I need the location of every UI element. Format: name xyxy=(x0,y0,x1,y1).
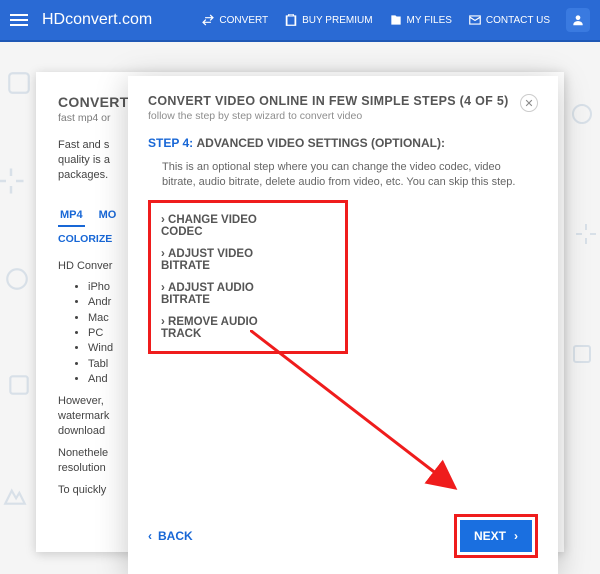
options-box: CHANGE VIDEO CODEC ADJUST VIDEO BITRATE … xyxy=(148,200,348,354)
option-video-bitrate[interactable]: ADJUST VIDEO BITRATE xyxy=(161,243,285,277)
nav-files[interactable]: MY FILES xyxy=(389,13,452,27)
nav-convert[interactable]: CONVERT xyxy=(201,13,268,27)
step-description: This is an optional step where you can c… xyxy=(162,160,530,190)
option-change-codec[interactable]: CHANGE VIDEO CODEC xyxy=(161,209,285,243)
tab-mp4[interactable]: MP4 xyxy=(58,205,85,227)
login-icon[interactable] xyxy=(566,8,590,32)
user-icon xyxy=(571,13,585,27)
menu-icon[interactable] xyxy=(10,14,28,26)
nav-label: CONTACT US xyxy=(486,15,550,26)
tab-mov[interactable]: MO xyxy=(97,205,119,227)
top-nav: CONVERT BUY PREMIUM MY FILES CONTACT US xyxy=(201,8,590,32)
nav-premium[interactable]: BUY PREMIUM xyxy=(284,13,372,27)
chevron-right-icon: › xyxy=(514,529,518,543)
swap-icon xyxy=(201,13,215,27)
step-number: STEP 4: xyxy=(148,136,193,150)
nav-label: MY FILES xyxy=(407,15,452,26)
bag-icon xyxy=(284,13,298,27)
nav-contact[interactable]: CONTACT US xyxy=(468,13,550,27)
top-bar: HDconvert.com CONVERT BUY PREMIUM MY FIL… xyxy=(0,0,600,42)
next-button[interactable]: NEXT › xyxy=(460,520,532,552)
next-label: NEXT xyxy=(474,529,506,543)
option-audio-bitrate[interactable]: ADJUST AUDIO BITRATE xyxy=(161,277,285,311)
mail-icon xyxy=(468,13,482,27)
step-header: STEP 4: ADVANCED VIDEO SETTINGS (OPTIONA… xyxy=(148,136,538,150)
option-remove-audio[interactable]: REMOVE AUDIO TRACK xyxy=(161,311,285,345)
chevron-left-icon: ‹ xyxy=(148,529,152,543)
close-icon[interactable]: ✕ xyxy=(520,94,538,112)
modal-subtitle: follow the step by step wizard to conver… xyxy=(148,110,509,122)
back-button[interactable]: ‹ BACK xyxy=(148,529,193,543)
files-icon xyxy=(389,13,403,27)
nav-label: CONVERT xyxy=(219,15,268,26)
wizard-modal: CONVERT VIDEO ONLINE IN FEW SIMPLE STEPS… xyxy=(128,76,558,574)
step-title: ADVANCED VIDEO SETTINGS (OPTIONAL): xyxy=(196,136,444,150)
back-label: BACK xyxy=(158,529,193,543)
modal-title: CONVERT VIDEO ONLINE IN FEW SIMPLE STEPS… xyxy=(148,94,509,108)
brand[interactable]: HDconvert.com xyxy=(42,11,152,29)
next-highlight: NEXT › xyxy=(454,514,538,558)
nav-label: BUY PREMIUM xyxy=(302,15,372,26)
